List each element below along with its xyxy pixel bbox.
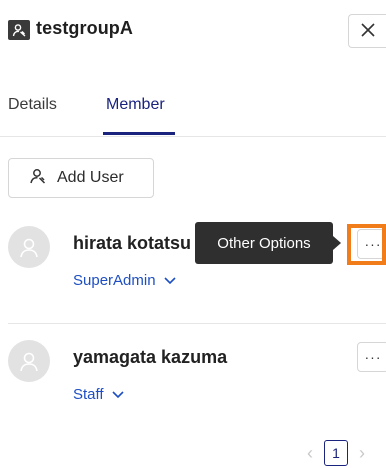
chevron-right-icon[interactable]: › bbox=[352, 441, 372, 465]
tab-bar: Details Member bbox=[0, 92, 386, 137]
member-divider bbox=[8, 323, 386, 324]
ellipsis-icon: ··· bbox=[364, 349, 382, 365]
more-options-button[interactable]: ··· bbox=[357, 342, 386, 372]
group-icon bbox=[8, 20, 30, 40]
tab-member[interactable]: Member bbox=[106, 96, 165, 114]
active-tab-indicator bbox=[103, 132, 175, 135]
member-name: yamagata kazuma bbox=[73, 347, 228, 367]
tooltip-text: Other Options bbox=[217, 234, 311, 252]
user-avatar-icon bbox=[8, 226, 50, 268]
add-user-label: Add User bbox=[57, 169, 124, 186]
close-icon bbox=[360, 22, 376, 41]
chevron-down-icon bbox=[104, 386, 124, 403]
add-user-button[interactable]: Add User bbox=[8, 158, 154, 198]
tooltip: Other Options bbox=[195, 222, 333, 264]
chevron-left-icon[interactable]: ‹ bbox=[300, 441, 320, 465]
pagination: ‹ 1 › bbox=[300, 438, 372, 468]
focus-highlight bbox=[347, 224, 386, 265]
tooltip-arrow bbox=[333, 236, 341, 250]
add-user-icon bbox=[29, 167, 57, 190]
user-avatar-icon bbox=[8, 340, 50, 382]
role-dropdown[interactable]: SuperAdmin bbox=[73, 272, 176, 289]
tab-details[interactable]: Details bbox=[8, 96, 57, 114]
page-number-current[interactable]: 1 bbox=[324, 440, 348, 466]
chevron-down-icon bbox=[156, 272, 176, 289]
member-name: hirata kotatsu bbox=[73, 233, 192, 253]
role-label: SuperAdmin bbox=[73, 272, 156, 289]
close-button[interactable] bbox=[348, 14, 386, 48]
group-title: testgroupA bbox=[36, 18, 133, 38]
drawer-header: testgroupA bbox=[0, 0, 386, 62]
role-dropdown[interactable]: Staff bbox=[73, 386, 124, 403]
role-label: Staff bbox=[73, 386, 104, 403]
